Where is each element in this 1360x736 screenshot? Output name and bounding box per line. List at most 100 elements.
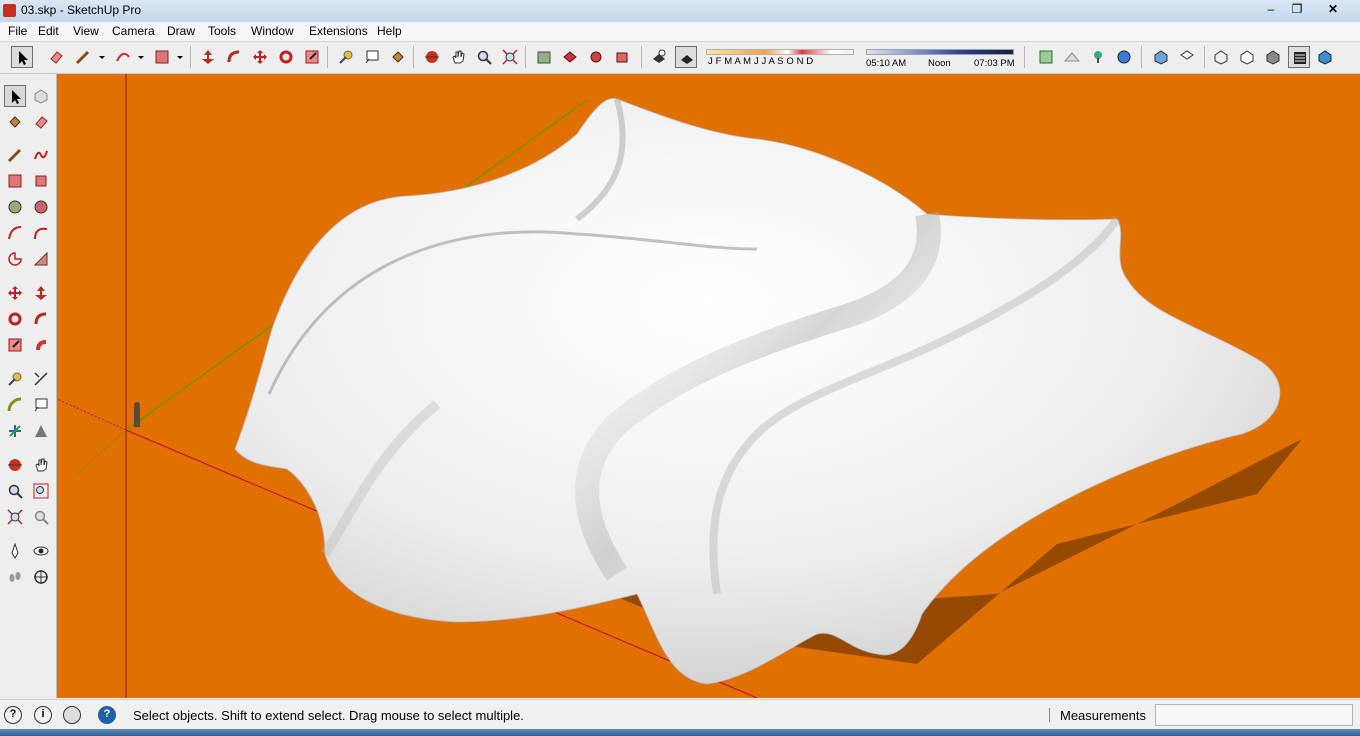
left-walk-button[interactable] — [4, 566, 26, 588]
view-top-button[interactable] — [1176, 46, 1198, 68]
left-eraser-button[interactable] — [30, 111, 52, 133]
close-icon[interactable]: ✕ — [1320, 1, 1346, 18]
xray-icon — [1214, 50, 1228, 65]
style-shaded-textures-button[interactable] — [1288, 46, 1310, 68]
share-model-button[interactable] — [559, 46, 581, 68]
menu-draw[interactable]: Draw — [167, 24, 195, 38]
shadow-settings-button[interactable] — [648, 46, 670, 68]
line-tool-button[interactable] — [72, 46, 94, 68]
share-component-button[interactable] — [585, 46, 607, 68]
left-section-plane-button[interactable] — [30, 566, 52, 588]
measurements-input[interactable] — [1155, 704, 1353, 726]
menu-window[interactable]: Window — [251, 24, 294, 38]
paint-bucket-icon — [392, 51, 404, 63]
style-xray-button[interactable] — [1210, 46, 1232, 68]
pan-tool-button[interactable] — [447, 46, 469, 68]
left-three-point-arc-button[interactable] — [30, 248, 52, 270]
extension-warehouse-button[interactable] — [611, 46, 633, 68]
left-paint-bucket-button[interactable] — [4, 111, 26, 133]
menu-edit[interactable]: Edit — [38, 24, 59, 38]
left-move-button[interactable] — [4, 282, 26, 304]
model-canvas[interactable] — [57, 74, 1360, 698]
follow-me-tool-button[interactable] — [223, 46, 245, 68]
menu-help[interactable]: Help — [377, 24, 402, 38]
left-zoom-extents-button[interactable] — [4, 506, 26, 528]
left-zoom-button[interactable] — [4, 480, 26, 502]
3d-warehouse-button[interactable] — [533, 46, 555, 68]
style-shaded-button[interactable] — [1262, 46, 1284, 68]
menu-file[interactable]: File — [8, 24, 27, 38]
left-scale-button[interactable] — [4, 334, 26, 356]
left-offset-button[interactable] — [30, 334, 52, 356]
zoom-tool-button[interactable] — [473, 46, 495, 68]
left-rotated-rectangle-button[interactable] — [30, 170, 52, 192]
left-arc-button[interactable] — [4, 222, 26, 244]
paint-bucket-tool-button[interactable] — [387, 46, 409, 68]
text-tool-button[interactable] — [361, 46, 383, 68]
push-pull-tool-button[interactable] — [197, 46, 219, 68]
user-avatar-icon[interactable] — [63, 706, 81, 724]
left-line-button[interactable] — [4, 144, 26, 166]
credits-info-icon[interactable]: i — [34, 706, 52, 724]
minimize-icon[interactable]: – — [1258, 1, 1284, 18]
left-look-around-button[interactable] — [30, 540, 52, 562]
left-orbit-button[interactable] — [4, 454, 26, 476]
menu-bar: File Edit View Camera Draw Tools Window … — [0, 22, 1360, 42]
tape-measure-tool-button[interactable] — [335, 46, 357, 68]
left-protractor-button[interactable] — [4, 394, 26, 416]
style-monochrome-button[interactable] — [1314, 46, 1336, 68]
maximize-icon[interactable]: ❐ — [1284, 1, 1310, 18]
left-position-camera-button[interactable] — [4, 540, 26, 562]
line-dropdown-button[interactable] — [96, 46, 106, 68]
left-tape-measure-button[interactable] — [4, 368, 26, 390]
left-pie-button[interactable] — [4, 248, 26, 270]
toggle-terrain-button[interactable] — [1061, 46, 1083, 68]
rotate-tool-button[interactable] — [275, 46, 297, 68]
arc-dropdown-button[interactable] — [135, 46, 145, 68]
menu-view[interactable]: View — [73, 24, 99, 38]
left-push-pull-button[interactable] — [30, 282, 52, 304]
left-previous-view-button[interactable] — [30, 506, 52, 528]
eraser-tool-button[interactable] — [45, 46, 67, 68]
model-viewport[interactable] — [57, 74, 1360, 698]
preview-google-earth-button[interactable] — [1113, 46, 1135, 68]
display-shadows-toggle[interactable] — [675, 46, 697, 68]
menu-camera[interactable]: Camera — [112, 24, 155, 38]
menu-extensions[interactable]: Extensions — [309, 24, 368, 38]
select-tool-button[interactable] — [11, 46, 33, 68]
left-zoom-window-button[interactable] — [30, 480, 52, 502]
add-location-button[interactable] — [1035, 46, 1057, 68]
left-dimension-button[interactable] — [30, 368, 52, 390]
left-two-point-arc-button[interactable] — [30, 222, 52, 244]
status-bar: ? i ? Select objects. Shift to extend se… — [0, 699, 1360, 730]
left-circle-button[interactable] — [4, 196, 26, 218]
left-freehand-button[interactable] — [30, 144, 52, 166]
view-iso-button[interactable] — [1150, 46, 1172, 68]
date-slider[interactable] — [706, 49, 854, 55]
help-icon[interactable]: ? — [98, 706, 116, 724]
style-wireframe-button[interactable] — [1236, 46, 1258, 68]
left-rotate-button[interactable] — [4, 308, 26, 330]
left-text-button[interactable] — [30, 394, 52, 416]
move-tool-button[interactable] — [249, 46, 271, 68]
left-select-button[interactable] — [4, 85, 26, 107]
menu-tools[interactable]: Tools — [208, 24, 236, 38]
left-3d-text-button[interactable] — [30, 420, 52, 442]
left-pan-button[interactable] — [30, 454, 52, 476]
photo-textures-button[interactable] — [1087, 46, 1109, 68]
terrain-icon — [1064, 52, 1080, 62]
left-polygon-button[interactable] — [30, 196, 52, 218]
geo-location-icon[interactable]: ? — [4, 706, 22, 724]
scale-tool-button[interactable] — [301, 46, 323, 68]
left-rectangle-button[interactable] — [4, 170, 26, 192]
organic-surface-model[interactable] — [234, 98, 1281, 685]
zoom-extents-tool-button[interactable] — [499, 46, 521, 68]
left-make-component-button[interactable] — [30, 85, 52, 107]
rectangle-dropdown-button[interactable] — [174, 46, 184, 68]
left-axes-button[interactable] — [4, 420, 26, 442]
left-follow-me-button[interactable] — [30, 308, 52, 330]
arc-tool-button[interactable] — [112, 46, 134, 68]
rectangle-tool-button[interactable] — [151, 46, 173, 68]
orbit-tool-button[interactable] — [421, 46, 443, 68]
time-slider[interactable] — [866, 49, 1014, 55]
